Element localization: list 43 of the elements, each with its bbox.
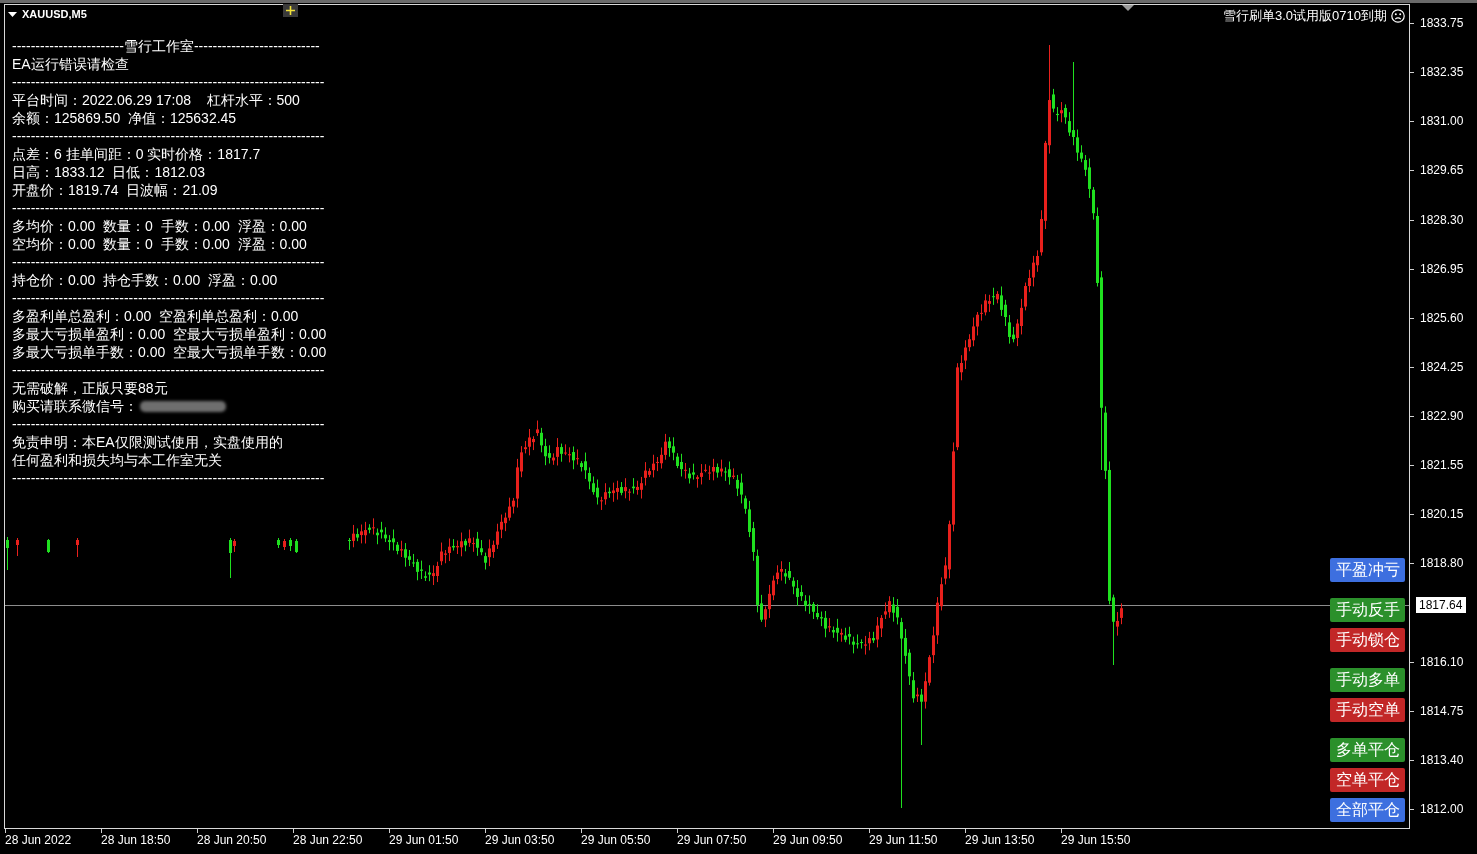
time-label: 29 Jun 03:50	[485, 833, 555, 847]
time-label: 29 Jun 15:50	[1061, 833, 1131, 847]
time-label: 29 Jun 11:50	[869, 833, 938, 847]
price-label: 1825.60	[1420, 309, 1464, 326]
shift-marker-icon[interactable]	[1122, 5, 1134, 11]
time-label: 29 Jun 07:50	[677, 833, 747, 847]
action-button[interactable]: 空单平仓	[1330, 768, 1405, 792]
time-label: 28 Jun 20:50	[197, 833, 267, 847]
price-label: 1822.90	[1420, 408, 1464, 424]
price-label: 1828.30	[1420, 211, 1464, 228]
price-label: 1829.65	[1420, 162, 1464, 179]
price-label: 1813.40	[1420, 751, 1464, 768]
price-label: 1816.10	[1420, 653, 1464, 670]
price-label: 1831.00	[1420, 113, 1464, 130]
current-price-tag: 1817.64	[1416, 596, 1467, 613]
plus-icon[interactable]	[283, 4, 298, 17]
time-label: 28 Jun 18:50	[101, 833, 171, 847]
price-label: 1832.35	[1420, 64, 1464, 81]
time-label: 29 Jun 13:50	[965, 833, 1035, 847]
price-label: 1820.15	[1420, 506, 1464, 523]
action-button[interactable]: 手动多单	[1330, 668, 1405, 692]
action-button[interactable]: 手动反手	[1330, 598, 1405, 622]
time-label: 29 Jun 05:50	[581, 833, 651, 847]
time-label: 28 Jun 2022	[5, 833, 72, 847]
notice-text: 雪行刷单3.0试用版0710到期	[1223, 8, 1387, 23]
action-button[interactable]: 全部平仓	[1330, 798, 1405, 822]
action-button[interactable]: 平盈冲亏	[1330, 558, 1405, 582]
price-label: 1833.75	[1420, 15, 1464, 31]
time-label: 29 Jun 09:50	[773, 833, 843, 847]
price-label: 1814.75	[1420, 702, 1464, 719]
price-label: 1812.00	[1420, 801, 1464, 817]
time-label: 29 Jun 01:50	[389, 833, 459, 847]
action-button[interactable]: 多单平仓	[1330, 738, 1405, 762]
price-label: 1818.80	[1420, 555, 1464, 572]
sad-face-icon	[1391, 8, 1405, 23]
dropdown-triangle-icon[interactable]	[8, 11, 17, 17]
price-label: 1821.55	[1420, 457, 1464, 474]
action-button[interactable]: 手动空单	[1330, 698, 1405, 722]
symbol-label: XAUUSD,M5	[22, 8, 87, 20]
time-label: 28 Jun 22:50	[293, 833, 363, 847]
action-button[interactable]: 手动锁仓	[1330, 628, 1405, 652]
price-label: 1826.95	[1420, 260, 1464, 277]
price-label: 1824.25	[1420, 358, 1464, 375]
